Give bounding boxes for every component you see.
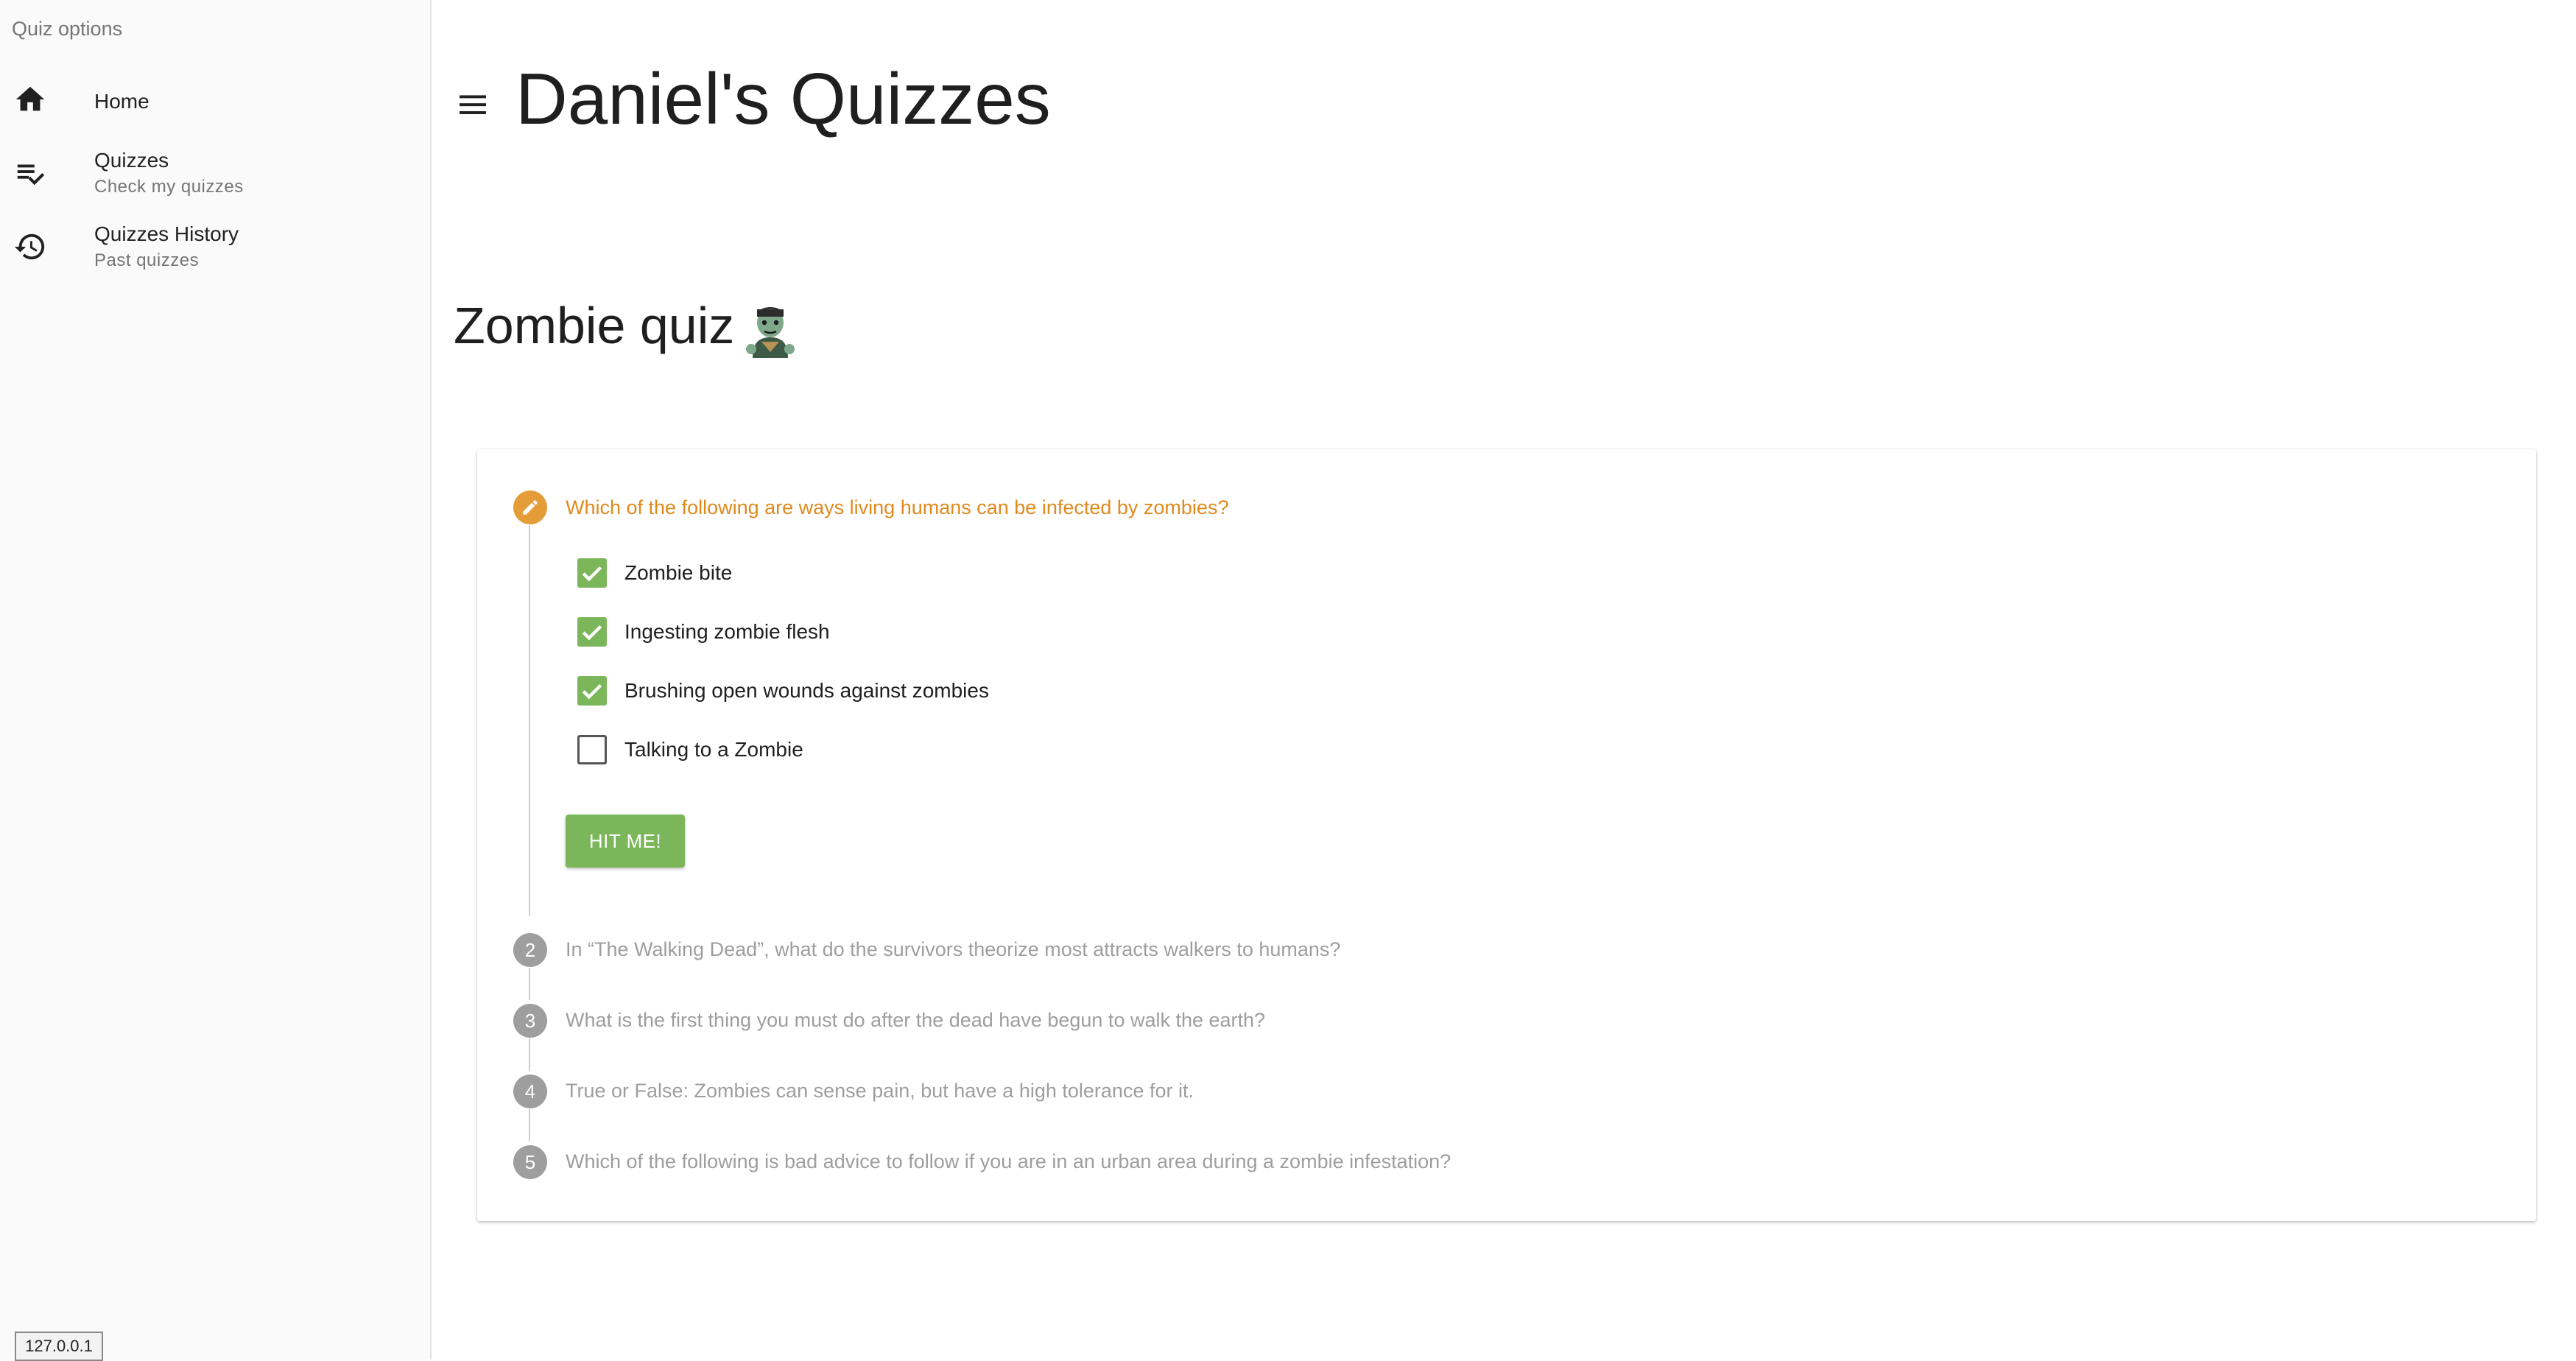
sidebar-item-home[interactable]: Home — [0, 65, 430, 136]
option-label: Ingesting zombie flesh — [624, 620, 830, 643]
sidebar-item-label: Quizzes History — [94, 222, 239, 245]
hit-me-button[interactable]: HIT ME! — [566, 815, 685, 868]
checkbox-unchecked[interactable] — [577, 735, 607, 764]
history-icon — [14, 233, 45, 260]
option-label: Talking to a Zombie — [624, 738, 803, 761]
step-3-indicator[interactable]: 3 — [513, 1004, 547, 1038]
step-connector — [529, 526, 530, 916]
sidebar-item-subtitle: Check my quizzes — [94, 177, 244, 197]
step-2-indicator[interactable]: 2 — [513, 933, 547, 967]
step-4-indicator[interactable]: 4 — [513, 1075, 547, 1108]
edit-icon — [523, 500, 538, 515]
sidebar-item-quizzes[interactable]: Quizzes Check my quizzes — [0, 138, 430, 209]
step-3-question[interactable]: What is the first thing you must do afte… — [566, 1009, 1265, 1032]
sidebar-item-subtitle: Past quizzes — [94, 250, 200, 270]
sidebar: Quiz options Home Quizzes Check my quizz… — [0, 0, 432, 1361]
sidebar-item-quizzes-history[interactable]: Quizzes History Past quizzes — [0, 212, 430, 283]
check-icon — [582, 625, 602, 641]
quiz-title: Zombie quiz — [454, 297, 735, 354]
step-4-question[interactable]: True or False: Zombies can sense pain, b… — [566, 1080, 1194, 1102]
checkbox-checked[interactable] — [577, 617, 607, 647]
check-icon — [582, 566, 602, 582]
checkbox-checked[interactable] — [577, 676, 607, 706]
step-connector — [529, 1038, 530, 1071]
check-icon — [582, 683, 602, 700]
checkbox-checked[interactable] — [577, 558, 607, 588]
menu-icon[interactable] — [457, 91, 489, 118]
host-status: 127.0.0.1 — [15, 1332, 103, 1361]
playlist-check-icon — [17, 164, 45, 186]
page-title: Daniel's Quizzes — [515, 58, 1051, 139]
zombie-emoji-icon — [746, 307, 795, 358]
step-5-question[interactable]: Which of the following is bad advice to … — [566, 1150, 1451, 1173]
step-5-indicator[interactable]: 5 — [513, 1145, 547, 1179]
step-connector — [529, 1109, 530, 1142]
home-icon — [15, 86, 45, 111]
sidebar-item-label: Home — [94, 90, 149, 113]
current-question: Which of the following are ways living h… — [566, 496, 1229, 518]
step-2-question[interactable]: In “The Walking Dead”, what do the survi… — [566, 938, 1340, 961]
sidebar-item-label: Quizzes — [94, 149, 169, 172]
quiz-stepper-card — [477, 449, 2536, 1221]
sidebar-header: Quiz options — [12, 18, 123, 40]
step-connector — [529, 968, 530, 1000]
option-label: Brushing open wounds against zombies — [624, 679, 989, 702]
step-1-indicator[interactable] — [513, 490, 547, 524]
option-label: Zombie bite — [624, 561, 733, 584]
